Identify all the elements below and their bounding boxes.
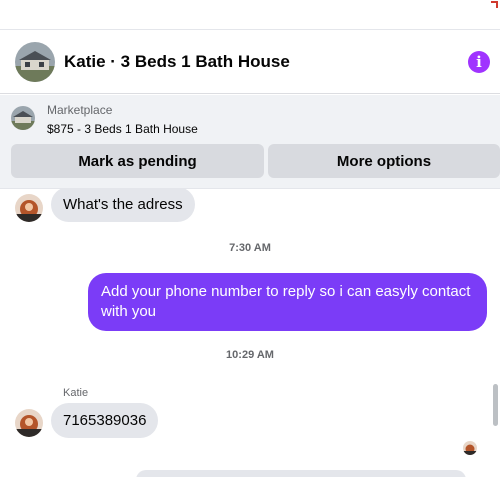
corner-mark-icon xyxy=(491,1,498,8)
more-options-button[interactable]: More options xyxy=(268,144,500,178)
marketplace-label: Marketplace xyxy=(47,103,113,117)
conversation-title: Katie · 3 Beds 1 Bath House xyxy=(64,51,290,71)
top-strip xyxy=(0,0,500,30)
conversation-header: Katie · 3 Beds 1 Bath House i xyxy=(0,30,500,94)
katie-avatar[interactable] xyxy=(15,409,43,437)
outgoing-message: Add your phone number to reply so i can … xyxy=(88,273,487,331)
sender-name: Katie xyxy=(63,387,89,399)
listing-title[interactable]: $875 - 3 Beds 1 Bath House xyxy=(47,122,198,136)
marketplace-panel: Marketplace $875 - 3 Beds 1 Bath House M… xyxy=(0,95,500,189)
scrollbar-thumb[interactable] xyxy=(493,384,498,426)
message-timestamp: 10:29 AM xyxy=(226,349,274,361)
info-icon[interactable]: i xyxy=(468,51,490,73)
partial-message xyxy=(136,470,466,477)
incoming-message: What's the adress xyxy=(51,189,195,222)
scrollbar[interactable] xyxy=(493,194,498,459)
incoming-message: 7165389036 xyxy=(51,403,159,438)
katie-avatar[interactable] xyxy=(15,194,43,222)
listing-thumbnail[interactable] xyxy=(11,106,35,130)
listing-avatar[interactable] xyxy=(15,41,55,82)
message-thread: What's the adress 7:30 AM Add your phone… xyxy=(0,189,500,477)
mark-as-pending-button[interactable]: Mark as pending xyxy=(11,144,264,178)
seen-receipt-avatar xyxy=(463,441,477,455)
listing-actions: Mark as pending More options xyxy=(11,144,500,180)
message-timestamp: 7:30 AM xyxy=(229,242,271,254)
